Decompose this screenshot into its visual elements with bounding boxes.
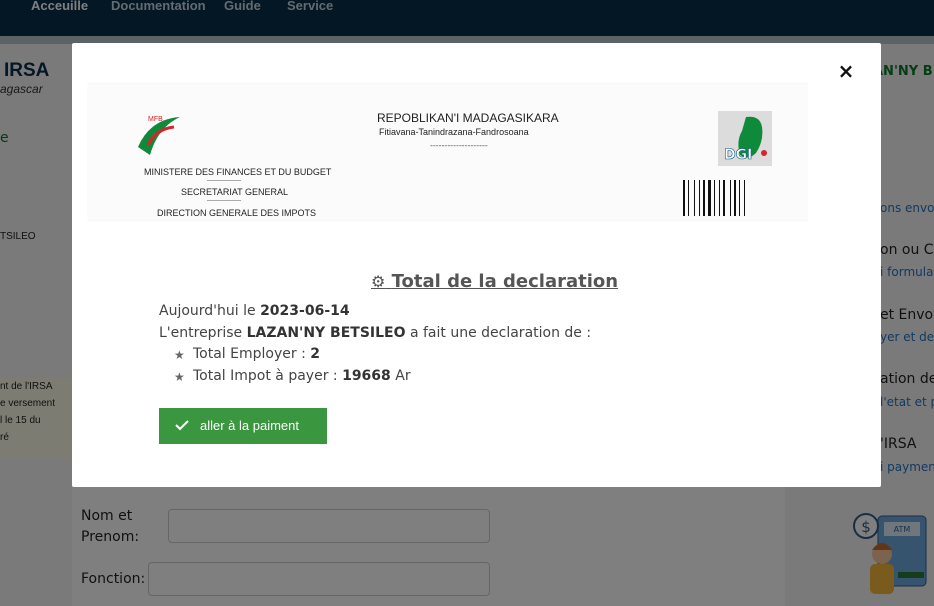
coins-icon: ⚙: [371, 272, 386, 291]
star-icon: ★: [174, 348, 185, 362]
employer-value: 2: [310, 346, 320, 362]
secretariat-label: SECRETARIAT GENERAL: [181, 187, 289, 197]
impot-unit: Ar: [390, 368, 411, 384]
pay-button-label: aller à la paiment: [200, 418, 299, 433]
impot-line: Total Impot à payer : 19668 Ar: [193, 368, 411, 384]
mfb-logo-text: MFB: [148, 116, 163, 123]
employer-label: Total Employer :: [193, 346, 311, 362]
motto-label: Fitiavana-Tanindrazana-Fandrosoana: [379, 127, 529, 137]
modal-title-text: Total de la declaration: [391, 271, 619, 292]
company-line: L'entreprise LAZAN'NY BETSILEO a fait un…: [159, 325, 591, 341]
barcode-icon: [683, 180, 745, 216]
company-suffix: a fait une declaration de :: [405, 325, 592, 341]
date-line: Aujourd'hui le 2023-06-14: [159, 303, 350, 319]
motto-separator: --------------------: [430, 141, 488, 150]
pay-button[interactable]: aller à la paiment: [159, 408, 327, 444]
mfb-logo-icon: MFB: [138, 116, 180, 155]
company-name: LAZAN'NY BETSILEO: [246, 325, 406, 341]
check-icon: [175, 420, 189, 431]
impot-value: 19668: [342, 368, 391, 384]
impot-label: Total Impot à payer :: [193, 368, 343, 384]
date-prefix: Aujourd'hui le: [159, 303, 261, 319]
employer-line: Total Employer : 2: [193, 346, 320, 362]
dgi-logo-text: DGI: [724, 147, 752, 163]
separator: -----------------: [207, 178, 241, 184]
ministry-label: MINISTERE DES FINANCES ET DU BUDGET: [144, 167, 332, 177]
direction-label: DIRECTION GENERALE DES IMPOTS: [157, 208, 317, 218]
company-prefix: L'entreprise: [159, 325, 247, 341]
dgi-logo-icon: DGI: [718, 111, 772, 166]
declaration-date: 2023-06-14: [260, 303, 350, 319]
star-icon: ★: [174, 370, 185, 384]
republic-label: REPOBLIKAN'I MADAGASIKARA: [377, 111, 559, 125]
close-button[interactable]: ×: [835, 60, 857, 82]
modal-title: ⚙ Total de la declaration: [371, 271, 618, 292]
separator: -----------------: [207, 198, 241, 204]
